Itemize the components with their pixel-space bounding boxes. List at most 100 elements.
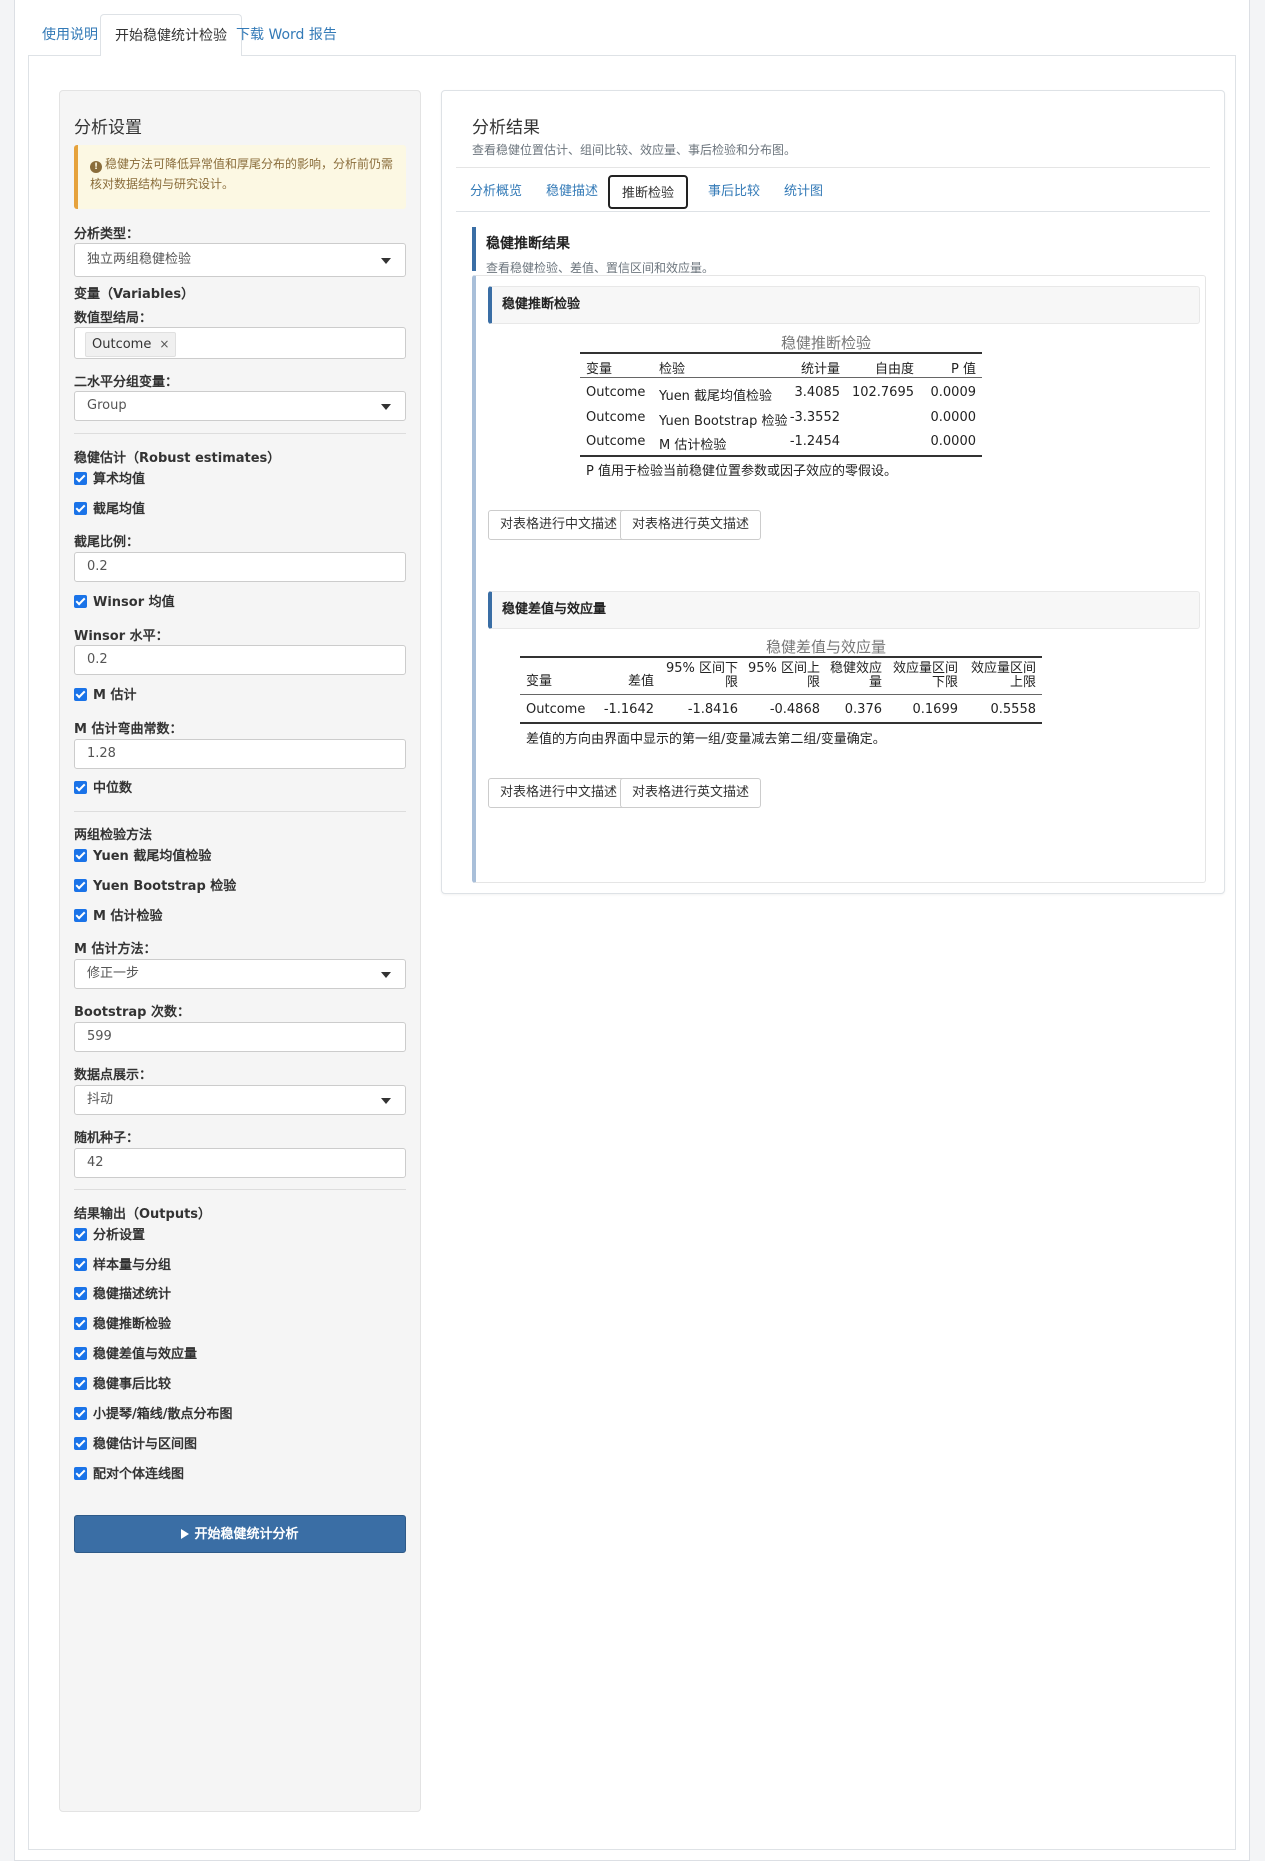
checkbox-output-descriptive[interactable]: 稳健描述统计 bbox=[74, 1287, 171, 1303]
tab-robust-descriptive[interactable]: 稳健描述 bbox=[534, 175, 610, 209]
checkbox-checked-icon bbox=[74, 909, 87, 922]
numeric-outcome-input[interactable]: Outcome × bbox=[74, 327, 406, 359]
settings-sidebar: 分析设置 ! 稳健方法可降低异常值和厚尾分布的影响，分析前仍需核对数据结构与研究设… bbox=[59, 90, 421, 1812]
checkbox-label: 配对个体连线图 bbox=[93, 1467, 185, 1482]
table-cell: -1.8416 bbox=[687, 702, 738, 717]
checkbox-output-sample[interactable]: 样本量与分组 bbox=[74, 1258, 171, 1274]
describe-table-chinese-button[interactable]: 对表格进行中文描述 bbox=[488, 510, 630, 540]
table-cell: Outcome bbox=[586, 410, 646, 425]
info-icon: ! bbox=[90, 161, 102, 173]
card-heading-inference: 稳健推断检验 bbox=[488, 286, 1200, 324]
checkbox-trimmed-mean[interactable]: 截尾均值 bbox=[74, 502, 145, 518]
table-header: 差值 bbox=[627, 674, 654, 689]
checkbox-output-paired[interactable]: 配对个体连线图 bbox=[74, 1467, 184, 1483]
bootstrap-count-input[interactable]: 599 bbox=[74, 1022, 406, 1052]
checkbox-checked-icon bbox=[74, 1407, 87, 1420]
chip-remove-icon[interactable]: × bbox=[159, 337, 169, 351]
checkbox-checked-icon bbox=[74, 1287, 87, 1300]
checkbox-checked-icon bbox=[74, 688, 87, 701]
group-variable-label: 二水平分组变量： bbox=[74, 375, 179, 390]
warning-alert: ! 稳健方法可降低异常值和厚尾分布的影响，分析前仍需核对数据结构与研究设计。 bbox=[74, 145, 406, 209]
describe-table-chinese-button[interactable]: 对表格进行中文描述 bbox=[488, 778, 630, 808]
table-cell: 102.7695 bbox=[851, 385, 914, 400]
table-header-line: 效应量区间 bbox=[970, 661, 1036, 676]
table-cell: Outcome bbox=[586, 385, 646, 400]
table-cell: 0.376 bbox=[844, 702, 882, 717]
checkbox-label: Yuen Bootstrap 检验 bbox=[93, 879, 237, 894]
points-display-select[interactable]: 抖动 bbox=[74, 1085, 406, 1115]
checkbox-label: 截尾均值 bbox=[93, 502, 146, 517]
trim-ratio-value: 0.2 bbox=[87, 559, 108, 574]
checkbox-output-interval[interactable]: 稳健估计与区间图 bbox=[74, 1437, 197, 1453]
random-seed-input[interactable]: 42 bbox=[74, 1148, 406, 1178]
points-display-value: 抖动 bbox=[87, 1092, 114, 1107]
checkbox-m-test[interactable]: M 估计检验 bbox=[74, 909, 162, 925]
trim-ratio-input[interactable]: 0.2 bbox=[74, 552, 406, 582]
m-constant-input[interactable]: 1.28 bbox=[74, 739, 406, 769]
chevron-down-icon bbox=[381, 972, 391, 978]
checkbox-label: 稳健推断检验 bbox=[93, 1317, 172, 1332]
checkbox-label: 稳健事后比较 bbox=[93, 1377, 172, 1392]
table-cell: -1.2454 bbox=[789, 434, 840, 449]
winsor-level-label: Winsor 水平： bbox=[74, 629, 169, 644]
m-method-select[interactable]: 修正一步 bbox=[74, 959, 406, 989]
checkbox-checked-icon bbox=[74, 1317, 87, 1330]
checkbox-checked-icon bbox=[74, 1228, 87, 1241]
checkbox-yuen-test[interactable]: Yuen 截尾均值检验 bbox=[74, 849, 211, 865]
table-bottom-rule bbox=[520, 722, 1042, 724]
table-header: 变量 bbox=[586, 362, 613, 377]
group-variable-select[interactable]: Group bbox=[74, 391, 406, 421]
table-header: 统计量 bbox=[800, 362, 840, 377]
checkbox-output-effect[interactable]: 稳健差值与效应量 bbox=[74, 1347, 197, 1363]
checkbox-mean[interactable]: 算术均值 bbox=[74, 472, 145, 488]
checkbox-winsor-mean[interactable]: Winsor 均值 bbox=[74, 595, 175, 611]
results-panel: 分析结果 查看稳健位置估计、组间比较、效应量、事后检验和分布图。 分析概览 稳健… bbox=[441, 90, 1225, 894]
checkbox-output-settings[interactable]: 分析设置 bbox=[74, 1228, 145, 1244]
checkbox-output-violin[interactable]: 小提琴/箱线/散点分布图 bbox=[74, 1407, 233, 1423]
describe-table-english-button[interactable]: 对表格进行英文描述 bbox=[620, 510, 762, 540]
checkbox-label: 算术均值 bbox=[93, 472, 146, 487]
chevron-down-icon bbox=[381, 258, 391, 264]
checkbox-yuen-bootstrap[interactable]: Yuen Bootstrap 检验 bbox=[74, 879, 236, 895]
tab-posthoc[interactable]: 事后比较 bbox=[696, 175, 772, 209]
table-cell: 3.4085 bbox=[794, 385, 841, 400]
table-caption-effect: 稳健差值与效应量 bbox=[765, 638, 886, 656]
table-cell: -3.3552 bbox=[789, 410, 840, 425]
tab-start-test[interactable]: 开始稳健统计检验 bbox=[100, 14, 242, 57]
checkbox-m-estimate[interactable]: M 估计 bbox=[74, 688, 136, 704]
table-header: P 值 bbox=[951, 362, 976, 377]
table-cell: 0.0009 bbox=[930, 385, 977, 400]
checkbox-label: 稳健差值与效应量 bbox=[93, 1347, 198, 1362]
table-top-rule bbox=[580, 352, 982, 354]
tab-inference[interactable]: 推断检验 bbox=[608, 175, 689, 209]
tab-overview[interactable]: 分析概览 bbox=[458, 175, 534, 209]
sidebar-title: 分析设置 bbox=[74, 118, 142, 138]
checkbox-median[interactable]: 中位数 bbox=[74, 781, 132, 797]
winsor-level-input[interactable]: 0.2 bbox=[74, 645, 406, 675]
variables-section-title: 变量（Variables） bbox=[74, 287, 195, 302]
run-analysis-button[interactable]: 开始稳健统计分析 bbox=[74, 1515, 406, 1553]
results-tabs: 分析概览 稳健描述 推断检验 事后比较 统计图 bbox=[456, 170, 1210, 212]
checkbox-label: Winsor 均值 bbox=[93, 595, 175, 610]
table-caption-inference: 稳健推断检验 bbox=[780, 334, 871, 352]
chevron-down-icon bbox=[381, 404, 391, 410]
tab-plots[interactable]: 统计图 bbox=[772, 175, 835, 209]
checkbox-checked-icon bbox=[74, 849, 87, 862]
winsor-level-value: 0.2 bbox=[87, 652, 108, 667]
top-nav-tabs: 使用说明 开始稳健统计检验 下载 Word 报告 bbox=[28, 14, 1236, 57]
checkbox-output-posthoc[interactable]: 稳健事后比较 bbox=[74, 1377, 171, 1393]
table-top-rule bbox=[520, 656, 1042, 658]
section-content: 稳健推断检验 稳健推断检验 变量 检验 统计量 自由度 P 值 Outcome … bbox=[472, 275, 1206, 883]
group-variable-value: Group bbox=[87, 398, 127, 413]
output-section-title: 结果输出（Outputs） bbox=[74, 1207, 212, 1222]
table-cell: Outcome bbox=[586, 434, 646, 449]
analysis-type-select[interactable]: 独立两组稳健检验 bbox=[74, 243, 406, 277]
divider bbox=[456, 167, 1210, 168]
table-header-line: 下限 bbox=[931, 675, 958, 690]
describe-table-english-button[interactable]: 对表格进行英文描述 bbox=[620, 778, 762, 808]
m-constant-label: M 估计弯曲常数： bbox=[74, 722, 183, 737]
tab-download-word[interactable]: 下载 Word 报告 bbox=[222, 14, 351, 56]
trim-ratio-label: 截尾比例： bbox=[74, 535, 140, 550]
divider bbox=[74, 811, 406, 812]
checkbox-output-inference[interactable]: 稳健推断检验 bbox=[74, 1317, 171, 1333]
